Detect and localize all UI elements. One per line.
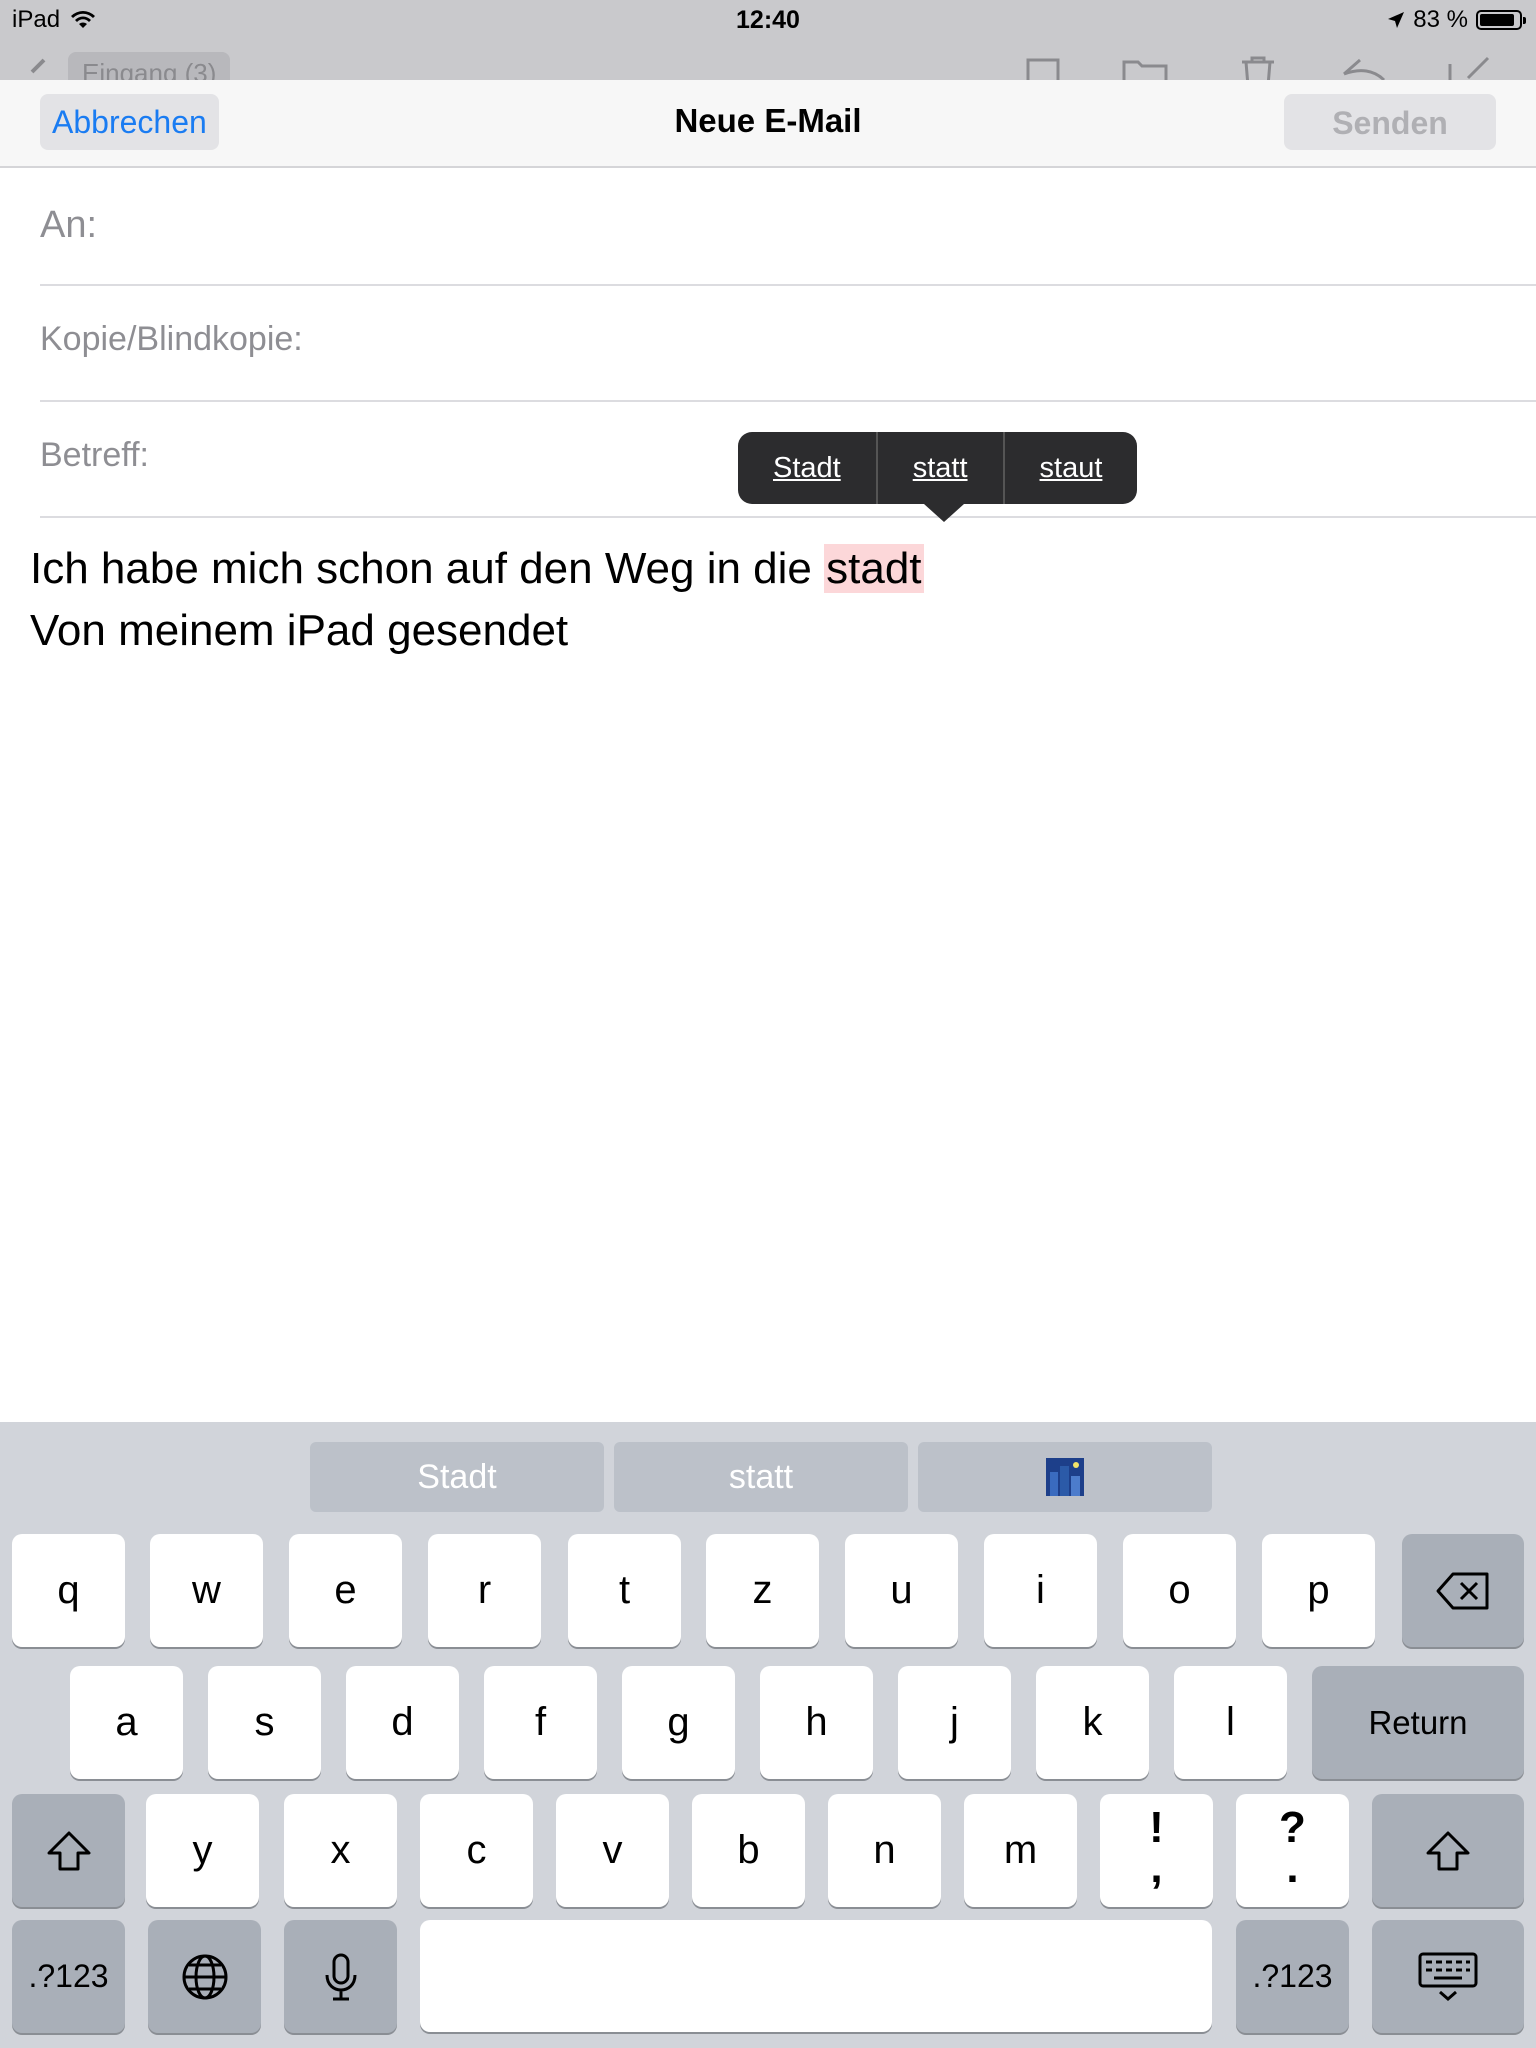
key-z[interactable]: z xyxy=(706,1534,819,1647)
space-bar[interactable] xyxy=(420,1920,1212,2032)
suggestion-2[interactable]: statt xyxy=(614,1442,908,1512)
key-l[interactable]: l xyxy=(1174,1666,1287,1779)
hide-keyboard-key[interactable] xyxy=(1372,1920,1524,2033)
key-p[interactable]: p xyxy=(1262,1534,1375,1647)
status-right: 83 % xyxy=(1387,6,1526,34)
cc-bcc-label: Kopie/Blindkopie: xyxy=(40,320,303,358)
suggestion-3[interactable] xyxy=(918,1442,1212,1512)
key-m[interactable]: m xyxy=(964,1794,1077,1907)
status-bar: iPad 12:40 83 % Eingang (3) xyxy=(0,0,1536,80)
message-body[interactable]: Ich habe mich schon auf den Weg in die s… xyxy=(30,538,924,662)
key-h[interactable]: h xyxy=(760,1666,873,1779)
key-exclaim-comma-labels: ! , xyxy=(1100,1794,1213,1892)
key-question-period[interactable]: ? . xyxy=(1236,1794,1349,1907)
key-t[interactable]: t xyxy=(568,1534,681,1647)
key-e[interactable]: e xyxy=(289,1534,402,1647)
key-u[interactable]: u xyxy=(845,1534,958,1647)
key-b[interactable]: b xyxy=(692,1794,805,1907)
key-a[interactable]: a xyxy=(70,1666,183,1779)
key-question-label: ? xyxy=(1279,1803,1306,1852)
body-line-1-text: Ich habe mich schon auf den Weg in die xyxy=(30,544,825,593)
key-d[interactable]: d xyxy=(346,1666,459,1779)
back-chevron-icon xyxy=(30,58,46,74)
battery-icon xyxy=(1476,10,1526,30)
key-f[interactable]: f xyxy=(484,1666,597,1779)
reply-icon xyxy=(1343,58,1386,80)
numbers-key-right[interactable]: .?123 xyxy=(1236,1920,1349,2033)
keyboard: Stadt statt q w e r t z u i o p a s d f … xyxy=(0,1422,1536,2048)
key-y[interactable]: y xyxy=(146,1794,259,1907)
key-period-label: . xyxy=(1286,1843,1299,1892)
numbers-key-left[interactable]: .?123 xyxy=(12,1920,125,2033)
trash-icon xyxy=(1242,56,1274,80)
key-v[interactable]: v xyxy=(556,1794,669,1907)
autocorrect-popup: Stadt statt staut xyxy=(738,432,1138,504)
return-key[interactable]: Return xyxy=(1312,1666,1524,1779)
globe-key[interactable] xyxy=(148,1920,261,2033)
cc-bcc-field[interactable]: Kopie/Blindkopie: xyxy=(40,284,1536,402)
key-c[interactable]: c xyxy=(420,1794,533,1907)
compose-icon xyxy=(1448,56,1490,80)
backspace-key[interactable] xyxy=(1402,1534,1524,1647)
key-w[interactable]: w xyxy=(150,1534,263,1647)
dictation-key[interactable] xyxy=(284,1920,397,2033)
autocorrect-option-3[interactable]: staut xyxy=(1005,432,1138,504)
key-o[interactable]: o xyxy=(1123,1534,1236,1647)
key-i[interactable]: i xyxy=(984,1534,1097,1647)
to-field[interactable]: An: xyxy=(40,168,1536,286)
folder-icon xyxy=(1122,60,1168,80)
microphone-icon xyxy=(325,1953,356,2000)
battery-percent: 83 % xyxy=(1413,6,1468,33)
to-label: An: xyxy=(40,204,98,246)
key-x[interactable]: x xyxy=(284,1794,397,1907)
status-time: 12:40 xyxy=(736,6,800,34)
globe-icon xyxy=(182,1954,227,1999)
background-mail-toolbar: Eingang (3) xyxy=(0,52,1536,80)
key-k[interactable]: k xyxy=(1036,1666,1149,1779)
shift-icon xyxy=(1426,1831,1470,1870)
autocorrect-option-1[interactable]: Stadt xyxy=(738,432,876,504)
key-n[interactable]: n xyxy=(828,1794,941,1907)
key-q[interactable]: q xyxy=(12,1534,125,1647)
city-emoji-icon xyxy=(1046,1458,1084,1496)
shift-key-left[interactable] xyxy=(12,1794,125,1907)
background-back-button: Eingang (3) xyxy=(68,52,231,80)
shift-key-right[interactable] xyxy=(1372,1794,1524,1907)
backspace-icon xyxy=(1436,1572,1489,1609)
key-question-period-labels: ? . xyxy=(1236,1794,1349,1892)
keyboard-dismiss-icon xyxy=(1418,1952,1478,2001)
misspelled-word[interactable]: stadt xyxy=(824,544,924,593)
body-line-1: Ich habe mich schon auf den Weg in die s… xyxy=(30,538,924,600)
key-g[interactable]: g xyxy=(622,1666,735,1779)
key-exclaim-label: ! xyxy=(1149,1803,1164,1852)
key-exclaim-comma[interactable]: ! , xyxy=(1100,1794,1213,1907)
subject-label: Betreff: xyxy=(40,436,149,474)
key-s[interactable]: s xyxy=(208,1666,321,1779)
key-comma-label: , xyxy=(1150,1843,1163,1892)
send-button[interactable]: Senden xyxy=(1284,94,1496,150)
autocorrect-option-2[interactable]: statt xyxy=(878,432,1003,504)
flag-icon xyxy=(1026,58,1060,80)
signature: Von meinem iPad gesendet xyxy=(30,606,569,655)
shift-icon xyxy=(47,1831,90,1870)
popup-pointer xyxy=(924,504,964,522)
location-arrow-icon xyxy=(1388,12,1405,28)
key-j[interactable]: j xyxy=(898,1666,1011,1779)
key-r[interactable]: r xyxy=(428,1534,541,1647)
suggestion-1[interactable]: Stadt xyxy=(310,1442,604,1512)
compose-header: Abbrechen Neue E-Mail Senden xyxy=(0,80,1536,168)
